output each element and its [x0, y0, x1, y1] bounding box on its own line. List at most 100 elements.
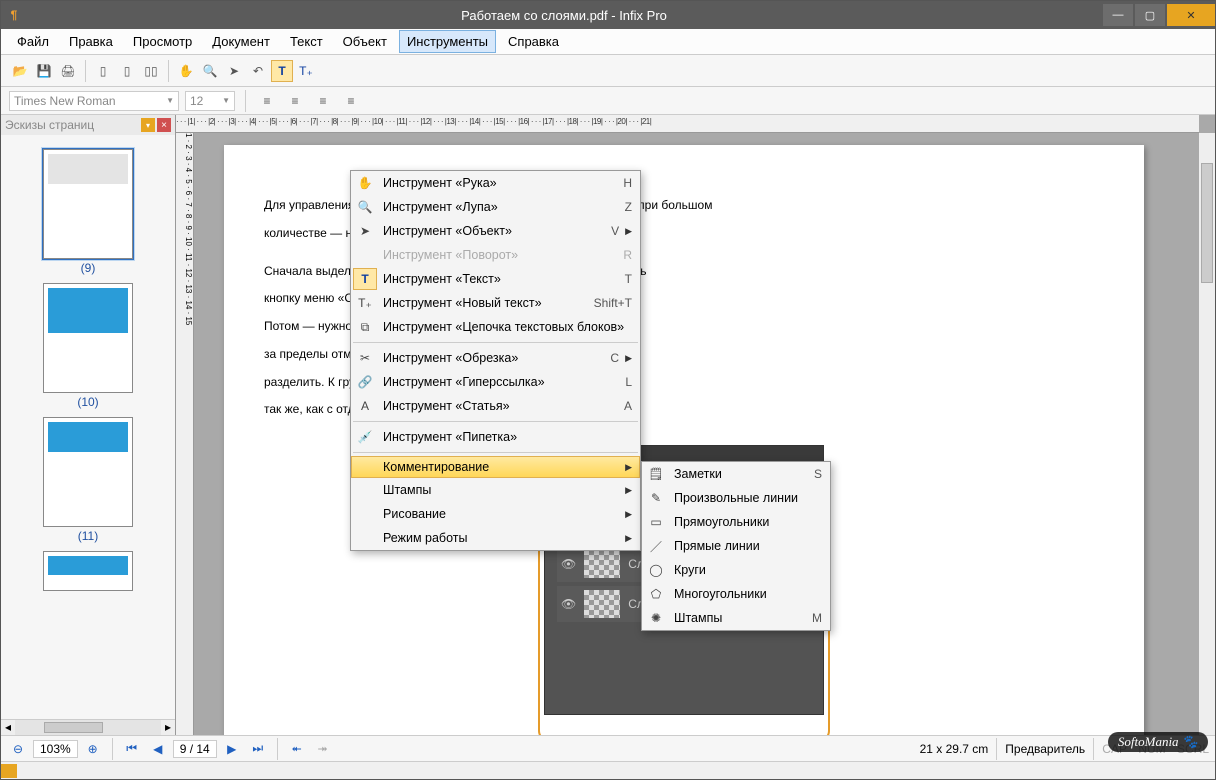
- menu-document[interactable]: Документ: [204, 30, 278, 53]
- submenu-arrow-icon: ▶: [619, 533, 632, 544]
- menu-item[interactable]: T₊Инструмент «Новый текст»Shift+T: [351, 291, 640, 315]
- font-size: 12: [190, 94, 203, 108]
- submenu-arrow-icon: ▶: [619, 509, 632, 520]
- line-icon: ／: [644, 535, 668, 557]
- submenu-arrow-icon: ▶: [619, 462, 632, 473]
- zoom-field[interactable]: 103%: [33, 740, 78, 758]
- menu-item[interactable]: ✋Инструмент «Рука»H: [351, 171, 640, 195]
- menu-file[interactable]: Файл: [9, 30, 57, 53]
- submenu-item[interactable]: ◯Круги: [642, 558, 830, 582]
- doc-pair-icon[interactable]: ▯▯: [140, 60, 162, 82]
- nav-fwd-button[interactable]: ⯮: [312, 739, 334, 759]
- next-page-button[interactable]: ▶: [221, 739, 243, 759]
- thumb-9[interactable]: [43, 149, 133, 259]
- font-size-combo[interactable]: 12▼: [185, 91, 235, 111]
- thumb-11-label: (11): [1, 529, 175, 543]
- format-toolbar: Times New Roman▼ 12▼ ≡ ≡ ≡ ≡: [1, 87, 1215, 115]
- vertical-scrollbar[interactable]: [1199, 133, 1215, 735]
- menu-item[interactable]: Инструмент «Поворот»R: [351, 243, 640, 267]
- stamp-icon: ✺: [644, 607, 668, 629]
- text-plus-tool-icon[interactable]: T₊: [295, 60, 317, 82]
- text-tool-icon[interactable]: T: [271, 60, 293, 82]
- crop-icon: ✂: [353, 347, 377, 369]
- submenu-item[interactable]: ▭Прямоугольники: [642, 510, 830, 534]
- last-page-button[interactable]: ⏭: [247, 739, 269, 759]
- open-icon[interactable]: 📂: [9, 60, 31, 82]
- undo-icon[interactable]: ↶: [247, 60, 269, 82]
- maximize-button[interactable]: ▢: [1135, 4, 1165, 26]
- blank-icon: [353, 479, 377, 501]
- align-center-icon[interactable]: ≡: [284, 90, 306, 112]
- thumbnails-close-button[interactable]: ×: [157, 118, 171, 132]
- menu-item[interactable]: Штампы▶: [351, 478, 640, 502]
- poly-icon: ⬠: [644, 583, 668, 605]
- window-title: Работаем со слоями.pdf - Infix Pro: [27, 8, 1101, 23]
- nav-back-button[interactable]: ⯬: [286, 739, 308, 759]
- font-combo[interactable]: Times New Roman▼: [9, 91, 179, 111]
- statusbar: ⊖ 103% ⊕ ⏮ ◀ 9 / 14 ▶ ⏭ ⯬ ⯮ 21 x 29.7 cm…: [1, 735, 1215, 761]
- print-icon[interactable]: 🖨: [57, 60, 79, 82]
- menu-edit[interactable]: Правка: [61, 30, 121, 53]
- scribble-icon: ✎: [644, 487, 668, 509]
- commenting-submenu: 🗒ЗаметкиS✎Произвольные линии▭Прямоугольн…: [641, 461, 831, 631]
- menu-item[interactable]: ⧉Инструмент «Цепочка текстовых блоков»: [351, 315, 640, 339]
- menubar: Файл Правка Просмотр Документ Текст Объе…: [1, 29, 1215, 55]
- menu-view[interactable]: Просмотр: [125, 30, 200, 53]
- arrow-icon: ➤: [353, 220, 377, 242]
- font-name: Times New Roman: [14, 94, 116, 108]
- thumbnails-list[interactable]: (9) (10) (11): [1, 135, 175, 719]
- menu-item[interactable]: 🔍Инструмент «Лупа»Z: [351, 195, 640, 219]
- menu-item[interactable]: TИнструмент «Текст»T: [351, 267, 640, 291]
- submenu-item[interactable]: 🗒ЗаметкиS: [642, 462, 830, 486]
- submenu-item[interactable]: ／Прямые линии: [642, 534, 830, 558]
- prev-page-button[interactable]: ◀: [147, 739, 169, 759]
- menu-item[interactable]: AИнструмент «Статья»A: [351, 394, 640, 418]
- tools-dropdown: ✋Инструмент «Рука»H🔍Инструмент «Лупа»Z➤И…: [350, 170, 641, 551]
- menu-help[interactable]: Справка: [500, 30, 567, 53]
- menu-item[interactable]: Комментирование▶: [351, 456, 640, 478]
- menu-tools[interactable]: Инструменты: [399, 30, 496, 53]
- close-button[interactable]: ✕: [1167, 4, 1215, 26]
- hand-icon: ✋: [353, 172, 377, 194]
- thumb-9-label: (9): [1, 261, 175, 275]
- thumb-12[interactable]: [43, 551, 133, 591]
- align-justify-icon[interactable]: ≡: [340, 90, 362, 112]
- thumb-11[interactable]: [43, 417, 133, 527]
- doc1-icon[interactable]: ▯: [92, 60, 114, 82]
- menu-item[interactable]: 💉Инструмент «Пипетка»: [351, 425, 640, 449]
- doc2-icon[interactable]: ▯: [116, 60, 138, 82]
- submenu-item[interactable]: ⬠Многоугольники: [642, 582, 830, 606]
- blank-icon: [353, 244, 377, 266]
- text-icon: T: [353, 268, 377, 290]
- first-page-button[interactable]: ⏮: [121, 739, 143, 759]
- thumbnails-menu-button[interactable]: ▾: [141, 118, 155, 132]
- document-viewport[interactable]: Для управления порядком слоёв и редактир…: [194, 133, 1199, 735]
- minimize-button[interactable]: —: [1103, 4, 1133, 26]
- menu-object[interactable]: Объект: [335, 30, 395, 53]
- zoom-tool-icon[interactable]: 🔍: [199, 60, 221, 82]
- pointer-tool-icon[interactable]: ➤: [223, 60, 245, 82]
- pipette-icon: 💉: [353, 426, 377, 448]
- menu-item[interactable]: ✂Инструмент «Обрезка»C▶: [351, 346, 640, 370]
- zoom-out-button[interactable]: ⊖: [7, 739, 29, 759]
- menu-text[interactable]: Текст: [282, 30, 331, 53]
- rect-icon: ▭: [644, 511, 668, 533]
- submenu-item[interactable]: ✺ШтампыM: [642, 606, 830, 630]
- blank-icon: [353, 527, 377, 549]
- page-field[interactable]: 9 / 14: [173, 740, 217, 758]
- zoom-in-button[interactable]: ⊕: [82, 739, 104, 759]
- thumbnails-hscroll[interactable]: ◂▸: [1, 719, 175, 735]
- menu-item[interactable]: 🔗Инструмент «Гиперссылка»L: [351, 370, 640, 394]
- thumb-10[interactable]: [43, 283, 133, 393]
- menu-item[interactable]: Рисование▶: [351, 502, 640, 526]
- menu-item[interactable]: ➤Инструмент «Объект»V▶: [351, 219, 640, 243]
- save-icon[interactable]: 💾: [33, 60, 55, 82]
- hand-tool-icon[interactable]: ✋: [175, 60, 197, 82]
- align-right-icon[interactable]: ≡: [312, 90, 334, 112]
- link-icon: 🔗: [353, 371, 377, 393]
- submenu-item[interactable]: ✎Произвольные линии: [642, 486, 830, 510]
- blank-icon: [353, 456, 377, 478]
- menu-item[interactable]: Режим работы▶: [351, 526, 640, 550]
- watermark-logo: SoftoMania 🐾: [1108, 732, 1208, 752]
- align-left-icon[interactable]: ≡: [256, 90, 278, 112]
